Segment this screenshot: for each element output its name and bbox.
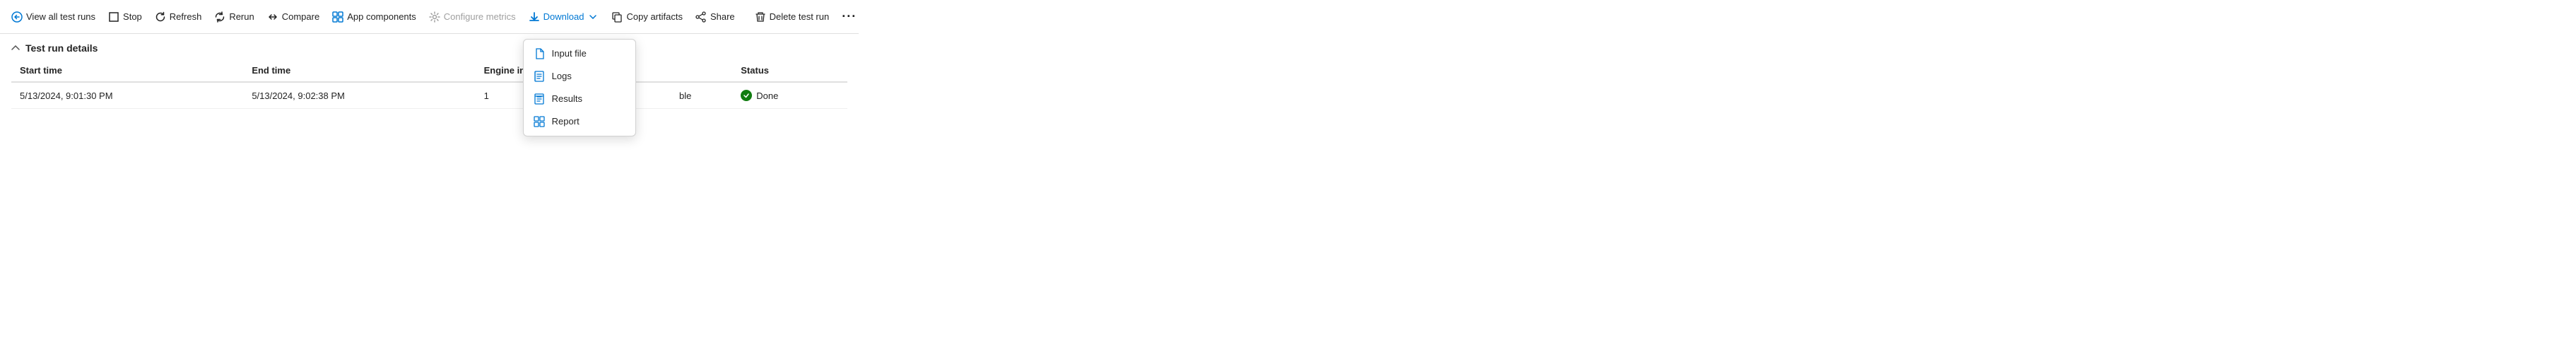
share-icon [695,11,707,23]
refresh-icon [155,11,166,23]
app-components-button[interactable]: App components [327,8,422,26]
logs-icon [534,71,545,82]
section-header: Test run details [0,34,859,59]
copy-artifacts-icon [611,11,623,23]
download-chevron-icon [587,11,599,23]
cell-start-time: 5/13/2024, 9:01:30 PM [11,82,243,109]
cell-status: Done [732,82,847,109]
download-icon [529,11,540,23]
more-label: ··· [842,9,857,24]
stop-button[interactable]: Stop [102,8,148,26]
report-label: Report [552,116,580,127]
download-label: Download [543,11,584,22]
refresh-button[interactable]: Refresh [149,8,208,26]
rerun-button[interactable]: Rerun [208,8,259,26]
compare-label: Compare [282,11,319,22]
collapse-icon[interactable] [11,43,20,53]
download-report-item[interactable]: Report [524,110,635,133]
copy-artifacts-label: Copy artifacts [626,11,682,22]
app-components-label: App components [347,11,416,22]
configure-metrics-label: Configure metrics [444,11,516,22]
view-all-label: View all test runs [26,11,95,22]
col-end-time: End time [243,59,475,82]
download-button[interactable]: Download [523,8,605,26]
results-label: Results [552,93,582,104]
compare-icon [267,11,278,23]
delete-test-run-label: Delete test run [770,11,830,22]
refresh-label: Refresh [170,11,202,22]
delete-icon [755,11,766,23]
download-menu: Input file Logs [523,39,636,136]
toolbar: View all test runs Stop Refresh [0,0,859,34]
results-icon [534,93,545,105]
more-button[interactable]: ··· [836,6,862,28]
section-title: Test run details [25,42,98,54]
table-row: 5/13/2024, 9:01:30 PM 5/13/2024, 9:02:38… [11,82,847,109]
input-file-icon [534,48,545,59]
table-body: 5/13/2024, 9:01:30 PM 5/13/2024, 9:02:38… [11,82,847,109]
share-button[interactable]: Share [690,8,741,26]
stop-icon [108,11,119,23]
download-logs-item[interactable]: Logs [524,65,635,88]
download-input-file-item[interactable]: Input file [524,42,635,65]
app-components-icon [332,11,343,23]
col-status: Status [732,59,847,82]
logs-label: Logs [552,71,572,81]
stop-label: Stop [123,11,142,22]
cell-extra: ble [671,82,732,109]
view-all-icon [11,11,23,23]
rerun-label: Rerun [229,11,254,22]
cell-end-time: 5/13/2024, 9:02:38 PM [243,82,475,109]
copy-artifacts-button[interactable]: Copy artifacts [606,8,688,26]
status-done: Done [741,90,839,101]
input-file-label: Input file [552,48,587,59]
view-all-button[interactable]: View all test runs [6,8,101,26]
share-label: Share [710,11,735,22]
configure-metrics-icon [429,11,440,23]
table-container: Start time End time Engine instances Sta… [0,59,859,109]
delete-test-run-button[interactable]: Delete test run [749,8,835,26]
table-header: Start time End time Engine instances Sta… [11,59,847,82]
status-label: Done [756,90,778,101]
compare-button[interactable]: Compare [261,8,325,26]
configure-metrics-button[interactable]: Configure metrics [423,8,522,26]
test-run-table: Start time End time Engine instances Sta… [11,59,847,109]
download-dropdown-container: Download Input file [523,8,605,26]
report-icon [534,116,545,127]
download-results-item[interactable]: Results [524,88,635,110]
status-done-icon [741,90,752,101]
col-start-time: Start time [11,59,243,82]
col-empty [671,59,732,82]
rerun-icon [214,11,225,23]
